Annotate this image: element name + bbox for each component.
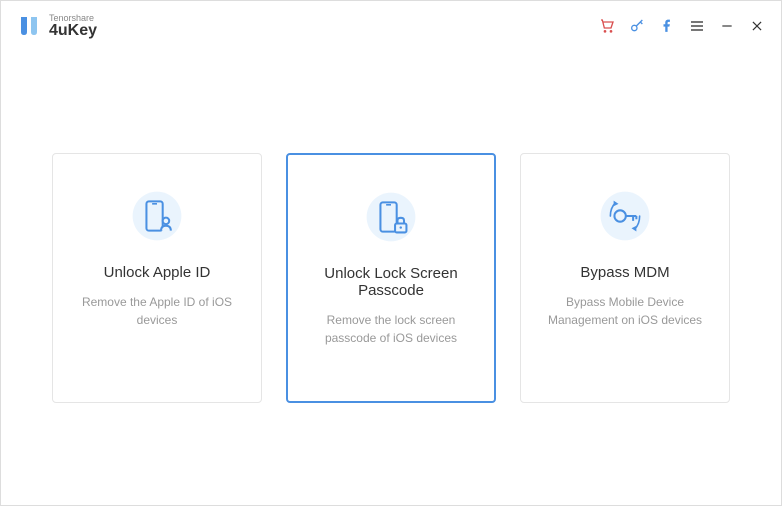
window-controls <box>599 18 765 34</box>
key-rotate-icon <box>599 190 651 242</box>
card-title: Unlock Lock Screen Passcode <box>306 265 476 299</box>
card-title: Bypass MDM <box>580 264 669 281</box>
brand-product: 4uKey <box>49 23 97 39</box>
app-window: Tenorshare 4uKey <box>0 0 782 506</box>
brand-text: Tenorshare 4uKey <box>49 14 97 39</box>
main-content: Unlock Apple ID Remove the Apple ID of i… <box>1 51 781 505</box>
minimize-button[interactable] <box>719 18 735 34</box>
phone-user-icon <box>131 190 183 242</box>
card-desc: Remove the lock screen passcode of iOS d… <box>306 311 476 347</box>
card-unlock-apple-id[interactable]: Unlock Apple ID Remove the Apple ID of i… <box>52 153 262 403</box>
brand: Tenorshare 4uKey <box>17 14 97 39</box>
menu-icon[interactable] <box>689 18 705 34</box>
close-button[interactable] <box>749 18 765 34</box>
key-icon[interactable] <box>629 18 645 34</box>
facebook-icon[interactable] <box>659 18 675 34</box>
card-desc: Bypass Mobile Device Management on iOS d… <box>539 293 711 329</box>
cart-icon[interactable] <box>599 18 615 34</box>
phone-lock-icon <box>365 191 417 243</box>
card-bypass-mdm[interactable]: Bypass MDM Bypass Mobile Device Manageme… <box>520 153 730 403</box>
app-logo-icon <box>17 14 41 38</box>
titlebar: Tenorshare 4uKey <box>1 1 781 51</box>
card-title: Unlock Apple ID <box>104 264 211 281</box>
card-unlock-lock-screen[interactable]: Unlock Lock Screen Passcode Remove the l… <box>286 153 496 403</box>
card-desc: Remove the Apple ID of iOS devices <box>71 293 243 329</box>
